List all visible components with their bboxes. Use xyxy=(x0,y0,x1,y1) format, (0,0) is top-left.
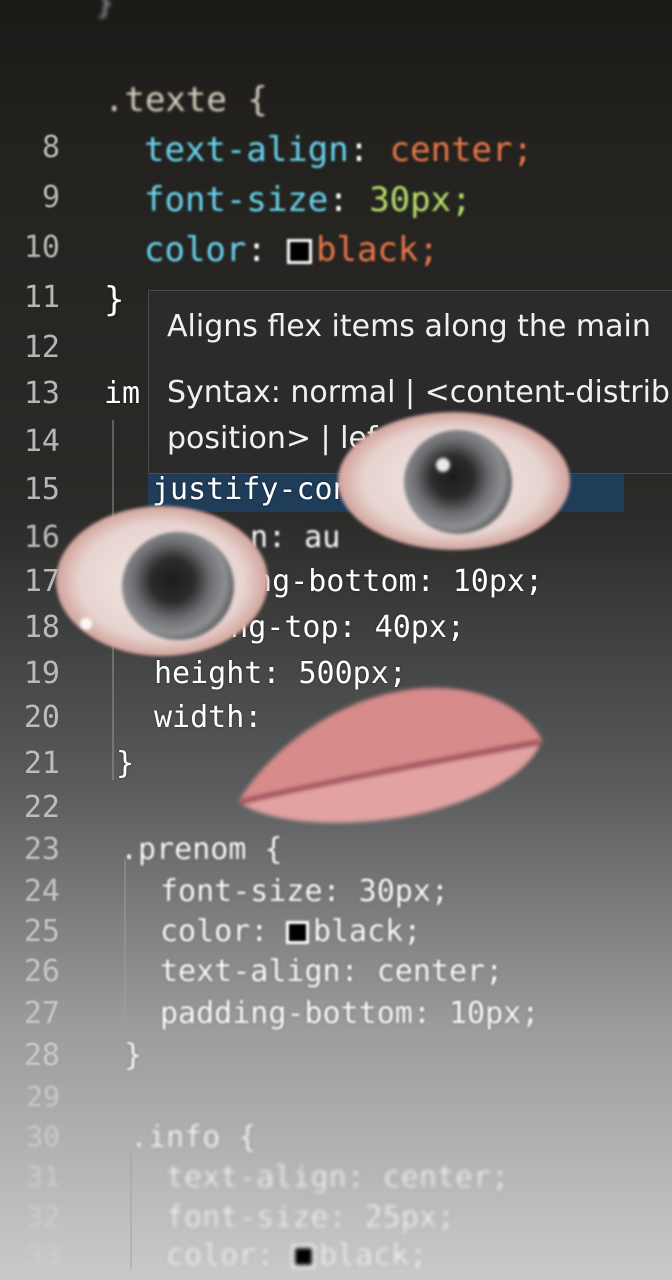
line-number: 25 xyxy=(23,914,60,949)
indent-guide xyxy=(130,1150,136,1270)
code-token: im xyxy=(104,376,141,411)
line-number: 24 xyxy=(23,874,60,909)
line-number: 32 xyxy=(26,1200,60,1233)
code-token: n: au xyxy=(250,520,341,555)
code-token: color: xyxy=(166,1238,293,1273)
line-number: 29 xyxy=(26,1080,60,1113)
pasted-eye-right xyxy=(338,412,570,550)
line-number: 22 xyxy=(23,790,60,825)
code-token: text-align: center; xyxy=(160,954,504,989)
code-token: padding-bottom: 10px; xyxy=(160,996,540,1031)
line-number: 18 xyxy=(23,610,60,645)
line-number: 13 xyxy=(23,376,60,411)
code-token: center; xyxy=(389,130,533,170)
code-line: color: black; xyxy=(166,1238,427,1273)
code-line: .info { xyxy=(130,1120,256,1155)
code-line: text-align: center; xyxy=(166,1160,509,1195)
pasted-eye-left xyxy=(56,506,268,656)
code-fragment-top: } xyxy=(96,0,115,21)
line-number: 28 xyxy=(23,1038,60,1073)
line-number: 15 xyxy=(23,472,60,507)
code-token: 30px; xyxy=(369,180,472,220)
code-line: color: black; xyxy=(160,914,421,949)
tooltip-syntax: Syntax: normal | <content-distrib xyxy=(167,375,670,410)
code-token: : xyxy=(328,180,370,220)
line-number: 12 xyxy=(23,330,60,365)
code-line: im xyxy=(104,376,140,411)
color-swatch-icon xyxy=(287,239,312,264)
line-number: 26 xyxy=(23,954,60,989)
selector-texte: .texte { xyxy=(104,80,268,120)
line-number: 23 xyxy=(23,832,60,867)
code-token: black; xyxy=(312,914,422,949)
line-number: 21 xyxy=(23,746,60,781)
tooltip-description: Aligns flex items along the main xyxy=(167,309,651,344)
code-line: .prenom { xyxy=(120,832,283,867)
line-number: 17 xyxy=(23,564,60,599)
code-line: } xyxy=(124,1038,142,1073)
line-number: 16 xyxy=(23,520,60,555)
line-number: 9 xyxy=(41,180,60,215)
code-editor-photo: } .texte { 8 text-align: center; 9 font-siz… xyxy=(0,0,672,1280)
code-token: black; xyxy=(316,230,439,270)
code-token: text-align: center; xyxy=(166,1160,510,1195)
code-line: color: black; xyxy=(144,230,439,270)
code-line: text-align: center; xyxy=(160,954,503,989)
color-swatch-icon xyxy=(292,1245,315,1268)
line-number: 19 xyxy=(23,656,60,691)
code-token: } xyxy=(116,746,135,781)
code-token: ing-bottom: 10px; xyxy=(236,564,544,599)
code-line: n: au xyxy=(250,520,340,555)
line-number: 11 xyxy=(23,280,60,315)
code-token: text-align xyxy=(144,130,349,170)
code-line: } xyxy=(116,746,134,781)
code-line: font-size: 30px; xyxy=(160,874,449,909)
code-token: } xyxy=(104,280,125,320)
code-token: .info { xyxy=(130,1120,257,1155)
line-number: 14 xyxy=(23,424,60,459)
tooltip-syntax-continued: position> | lef xyxy=(167,421,378,456)
line-number: 31 xyxy=(26,1160,60,1193)
code-token: justify-co xyxy=(152,472,333,507)
code-token: : xyxy=(348,130,390,170)
code-token: font-size: 30px; xyxy=(160,874,449,909)
indent-guide xyxy=(124,860,130,1040)
code-token: color: xyxy=(160,914,287,949)
code-token: black; xyxy=(318,1238,428,1273)
code-token: } xyxy=(124,1038,143,1073)
line-number: 20 xyxy=(23,700,60,735)
line-number: 33 xyxy=(26,1238,60,1271)
code-token: : xyxy=(246,230,288,270)
code-token: color xyxy=(144,230,247,270)
code-line: font-size: 30px; xyxy=(144,180,472,220)
code-line: ing-bottom: 10px; xyxy=(236,564,543,599)
line-number: 27 xyxy=(23,996,60,1031)
code-token: font-size: 25px; xyxy=(166,1200,455,1235)
code-token: font-size xyxy=(144,180,329,220)
line-number: 10 xyxy=(23,230,60,265)
code-line: } xyxy=(104,280,124,320)
code-line: text-align: center; xyxy=(144,130,533,170)
line-number: 8 xyxy=(41,130,60,165)
code-line: font-size: 25px; xyxy=(166,1200,455,1235)
pasted-lips xyxy=(238,687,542,823)
code-token: .prenom { xyxy=(120,832,283,867)
code-line: padding-bottom: 10px; xyxy=(160,996,539,1031)
color-swatch-icon xyxy=(286,921,309,944)
line-number: 30 xyxy=(26,1120,60,1153)
